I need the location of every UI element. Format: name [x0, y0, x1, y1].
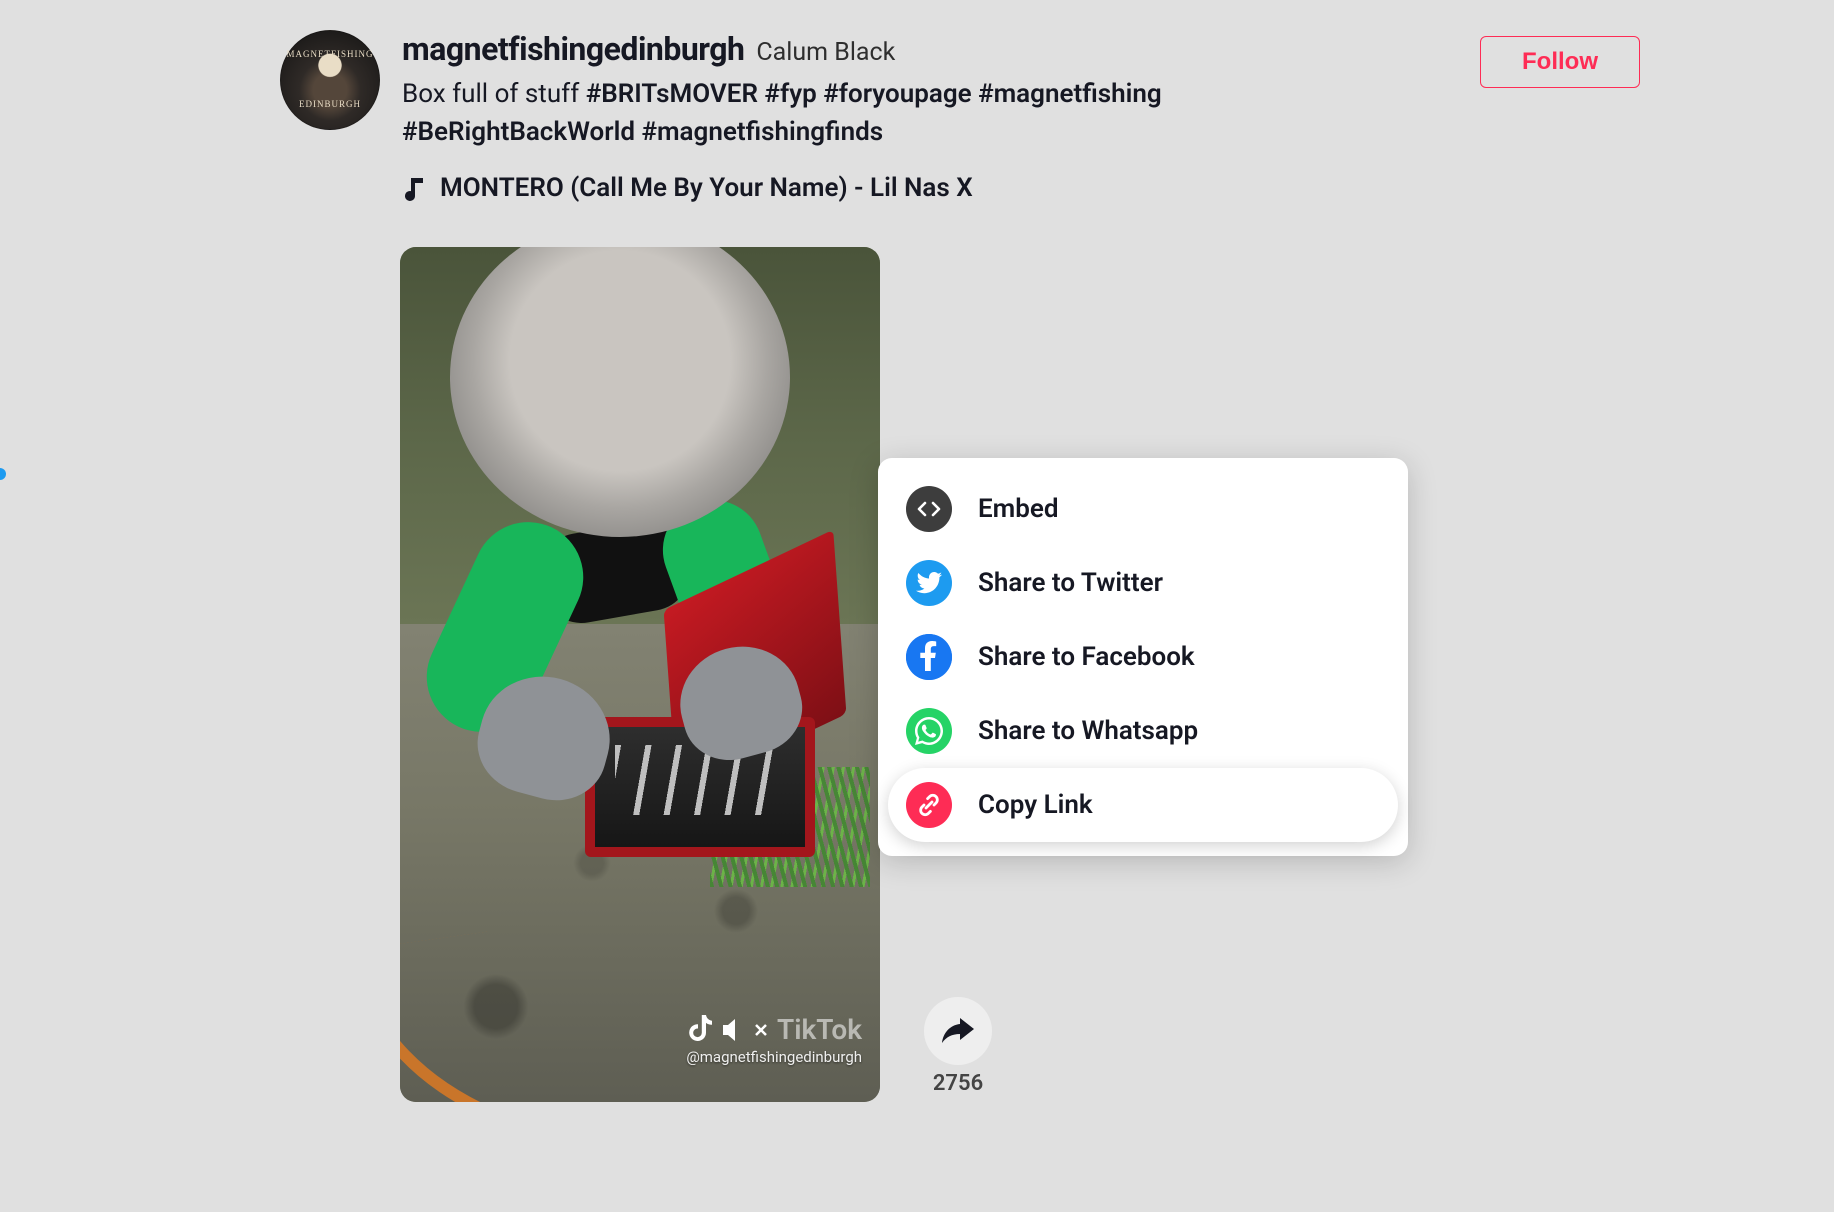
hashtag[interactable]: #magnetfishing	[978, 79, 1162, 109]
share-menu: Embed Share to Twitter Share to Facebook	[878, 458, 1408, 856]
avatar-text-top: MAGNETFISHING	[287, 50, 374, 60]
embed-icon	[906, 486, 952, 532]
share-option-twitter[interactable]: Share to Twitter	[878, 546, 1408, 620]
video-player[interactable]: TikTok @magnetfishingedinburgh	[400, 247, 880, 1102]
share-option-label: Share to Whatsapp	[978, 716, 1198, 746]
avatar[interactable]: MAGNETFISHING EDINBURGH	[280, 30, 380, 130]
share-option-copy-link[interactable]: Copy Link	[888, 768, 1398, 842]
share-arrow-icon	[940, 1015, 976, 1047]
page-indicator-dot	[0, 468, 6, 480]
music-note-icon	[402, 174, 426, 202]
mute-icon[interactable]	[721, 1017, 769, 1043]
share-option-label: Share to Twitter	[978, 568, 1163, 598]
share-option-label: Copy Link	[978, 790, 1093, 820]
link-icon	[906, 782, 952, 828]
hashtag[interactable]: #magnetfishingfinds	[641, 117, 883, 147]
watermark-handle: @magnetfishingedinburgh	[686, 1048, 862, 1066]
hashtag[interactable]: #BeRightBackWorld	[402, 117, 635, 147]
hashtag[interactable]: #BRITsMOVER	[586, 79, 758, 109]
music-title[interactable]: MONTERO (Call Me By Your Name) - Lil Nas…	[440, 173, 973, 203]
username[interactable]: magnetfishingedinburgh	[402, 30, 744, 68]
twitter-icon	[906, 560, 952, 606]
hashtag[interactable]: #fyp	[764, 79, 816, 109]
facebook-icon	[906, 634, 952, 680]
share-count: 2756	[933, 1071, 983, 1096]
tiktok-logo-icon	[687, 1015, 713, 1045]
video-caption: Box full of stuff #BRITsMOVER #fyp #fory…	[402, 76, 1342, 151]
share-option-facebook[interactable]: Share to Facebook	[878, 620, 1408, 694]
whatsapp-icon	[906, 708, 952, 754]
follow-button[interactable]: Follow	[1480, 36, 1640, 88]
avatar-text-bottom: EDINBURGH	[287, 100, 374, 110]
share-button[interactable]	[924, 997, 992, 1065]
hashtag[interactable]: #foryoupage	[823, 79, 971, 109]
caption-text: Box full of stuff	[402, 79, 586, 109]
share-option-label: Embed	[978, 494, 1059, 524]
share-option-whatsapp[interactable]: Share to Whatsapp	[878, 694, 1408, 768]
video-watermark: TikTok @magnetfishingedinburgh	[686, 1013, 862, 1066]
display-name: Calum Black	[756, 38, 895, 67]
share-option-label: Share to Facebook	[978, 642, 1195, 672]
share-option-embed[interactable]: Embed	[878, 472, 1408, 546]
watermark-brand: TikTok	[777, 1013, 862, 1046]
